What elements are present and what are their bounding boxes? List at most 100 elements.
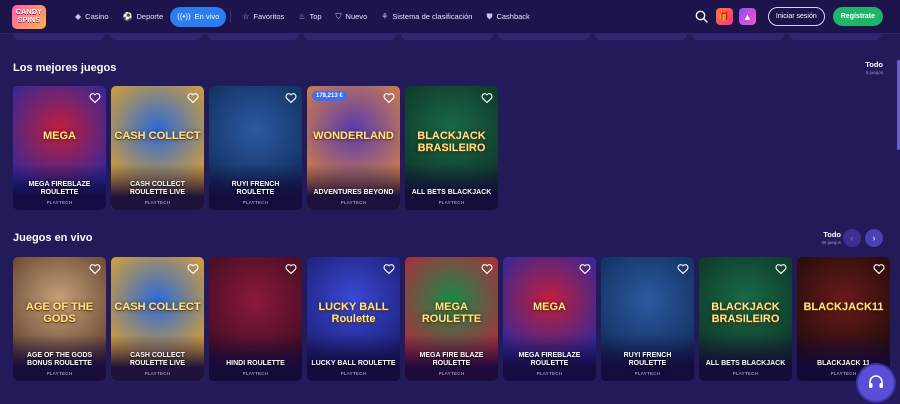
best-games-row: MEGA MEGA FIREBLAZE ROULETTE PLAYTECH CASH …	[13, 86, 498, 210]
game-name: RUYI FRENCH ROULETTE	[231, 181, 280, 196]
nav-item-nuevo[interactable]: ⛉ Nuevo	[329, 7, 375, 27]
brand-line-2: SPINS	[17, 16, 41, 24]
previous-row-peek	[13, 34, 881, 40]
see-all-live[interactable]: Todo 96 juegos	[821, 230, 841, 245]
peek-card	[595, 34, 687, 40]
game-provider: PLAYTECH	[634, 371, 661, 376]
game-card[interactable]: CASH COLLECT CASH COLLECT ROULETTE LIVE PL…	[111, 257, 204, 381]
game-artwork-title: WONDERLAND	[313, 130, 394, 142]
heart-icon[interactable]	[89, 262, 101, 275]
game-provider: PLAYTECH	[340, 371, 367, 376]
peek-card	[401, 34, 493, 40]
game-card[interactable]: CASH COLLECT CASH COLLECT ROULETTE LIVE PL…	[111, 86, 204, 210]
nav-item-casino[interactable]: ◆ Casino	[68, 7, 116, 27]
game-provider: PLAYTECH	[536, 371, 563, 376]
game-card[interactable]: MEGA MEGA FIREBLAZE ROULETTE PLAYTECH	[503, 257, 596, 381]
gift-promo-icon[interactable]: 🎁	[715, 8, 733, 25]
peek-card	[498, 34, 590, 40]
nav-item-favoritos[interactable]: ☆ Favoritos	[235, 7, 291, 27]
game-name: MEGA FIRE BLAZE ROULETTE	[419, 352, 484, 367]
nav-item-top[interactable]: ♨ Top	[291, 7, 328, 27]
peek-card	[789, 34, 881, 40]
game-provider: PLAYTECH	[438, 371, 465, 376]
game-name: MEGA FIREBLAZE ROULETTE	[518, 352, 581, 367]
game-artwork-title: AGE OF THE GODS	[25, 301, 94, 325]
nav-divider	[230, 10, 232, 23]
nav-item-deporte[interactable]: ⚽ Deporte	[116, 7, 171, 27]
game-name: MEGA FIREBLAZE ROULETTE	[28, 181, 91, 196]
game-card[interactable]: LUCKY BALL Roulette LUCKY BALL ROULETTE PL…	[307, 257, 400, 381]
peek-card	[110, 34, 202, 40]
game-card[interactable]: BLACKJACK11 BLACKJACK 11 PLAYTECH	[797, 257, 890, 381]
section-title-best: Los mejores juegos	[13, 62, 117, 74]
chevron-right-icon[interactable]: ›	[865, 229, 883, 247]
game-card[interactable]: BLACKJACK BRASILEIRO ALL BETS BLACKJACK PL…	[699, 257, 792, 381]
heart-icon[interactable]	[481, 91, 493, 104]
nav-item-sistema-de-clasificacion[interactable]: ⚘ Sistema de clasificación	[374, 7, 479, 27]
game-name: CASH COLLECT ROULETTE LIVE	[129, 352, 186, 367]
search-icon[interactable]	[694, 9, 710, 25]
heart-icon[interactable]	[383, 262, 395, 275]
nav-item-cashback[interactable]: ⛊ Cashback	[479, 7, 536, 27]
carousel-arrows: ‹ ›	[843, 229, 883, 247]
heart-icon[interactable]	[285, 91, 297, 104]
game-artwork-title: CASH COLLECT	[114, 301, 201, 313]
live-icon: ((•))	[177, 12, 191, 21]
rocket-promo-icon[interactable]: ▲	[738, 8, 756, 25]
heart-icon[interactable]	[579, 262, 591, 275]
support-chat-button[interactable]	[858, 365, 894, 401]
heart-icon[interactable]	[677, 262, 689, 275]
nav-item-label: Deporte	[136, 12, 164, 21]
game-card[interactable]: MEGA ROULETTE MEGA FIRE BLAZE ROULETTE PLA…	[405, 257, 498, 381]
see-all-label: Todo	[865, 60, 883, 69]
game-artwork-title: BLACKJACK BRASILEIRO	[711, 301, 780, 325]
game-card[interactable]: AGE OF THE GODS AGE OF THE GODS BONUS ROU…	[13, 257, 106, 381]
heart-icon[interactable]	[187, 91, 199, 104]
peek-card	[304, 34, 396, 40]
game-artwork-title: CASH COLLECT	[114, 130, 201, 142]
game-name: RUYI FRENCH ROULETTE	[623, 352, 672, 367]
game-name: CASH COLLECT ROULETTE LIVE	[129, 181, 186, 196]
game-provider: PLAYTECH	[438, 200, 465, 205]
heart-icon[interactable]	[481, 262, 493, 275]
jackpot-badge: 178,213 €	[312, 91, 347, 101]
heart-icon[interactable]	[383, 91, 395, 104]
chevron-left-icon[interactable]: ‹	[843, 229, 861, 247]
peek-card	[13, 34, 105, 40]
heart-icon[interactable]	[775, 262, 787, 275]
see-all-best[interactable]: Todo 5 juegos	[865, 60, 883, 75]
heart-icon[interactable]	[873, 262, 885, 275]
nav-item-label: Nuevo	[345, 12, 368, 21]
register-button[interactable]: Regístrate	[832, 7, 883, 26]
main-nav: ◆ Casino ⚽ Deporte ((•)) En vivo ☆ Favor…	[68, 6, 537, 27]
heart-icon[interactable]	[89, 91, 101, 104]
game-card[interactable]: BLACKJACK BRASILEIRO ALL BETS BLACKJACK PL…	[405, 86, 498, 210]
brand-line-1: CANDY	[15, 8, 43, 16]
login-button[interactable]: Iniciar sesión	[767, 7, 825, 26]
heart-icon[interactable]	[285, 262, 297, 275]
game-artwork-title: MEGA	[533, 301, 566, 313]
nav-item-label: Cashback	[496, 12, 530, 21]
brand-logo[interactable]: CANDY SPINS	[12, 4, 46, 29]
game-card[interactable]: HINDI ROULETTE PLAYTECH	[209, 257, 302, 381]
games-count: 5 juegos	[865, 70, 883, 75]
game-card[interactable]: RUYI FRENCH ROULETTE PLAYTECH	[209, 86, 302, 210]
headset-icon	[869, 375, 883, 388]
game-name: ADVENTURES BEYOND	[313, 189, 394, 196]
game-provider: PLAYTECH	[144, 371, 171, 376]
game-card[interactable]: RUYI FRENCH ROULETTE PLAYTECH	[601, 257, 694, 381]
game-name: ALL BETS BLACKJACK	[411, 189, 492, 196]
nav-item-label: Top	[309, 12, 322, 21]
game-provider: PLAYTECH	[732, 371, 759, 376]
game-provider: PLAYTECH	[242, 200, 269, 205]
game-card[interactable]: WONDERLAND 178,213 € ADVENTURES BEYOND PLAY…	[307, 86, 400, 210]
nav-item-label: En vivo	[194, 12, 220, 21]
ranking-icon: ⚘	[381, 12, 389, 21]
game-card[interactable]: MEGA MEGA FIREBLAZE ROULETTE PLAYTECH	[13, 86, 106, 210]
cashback-icon: ⛊	[486, 11, 493, 21]
peek-card	[692, 34, 784, 40]
game-provider: PLAYTECH	[46, 200, 73, 205]
heart-icon[interactable]	[187, 262, 199, 275]
nav-item-label: Favoritos	[253, 12, 285, 21]
nav-item-en-vivo[interactable]: ((•)) En vivo	[170, 6, 227, 27]
